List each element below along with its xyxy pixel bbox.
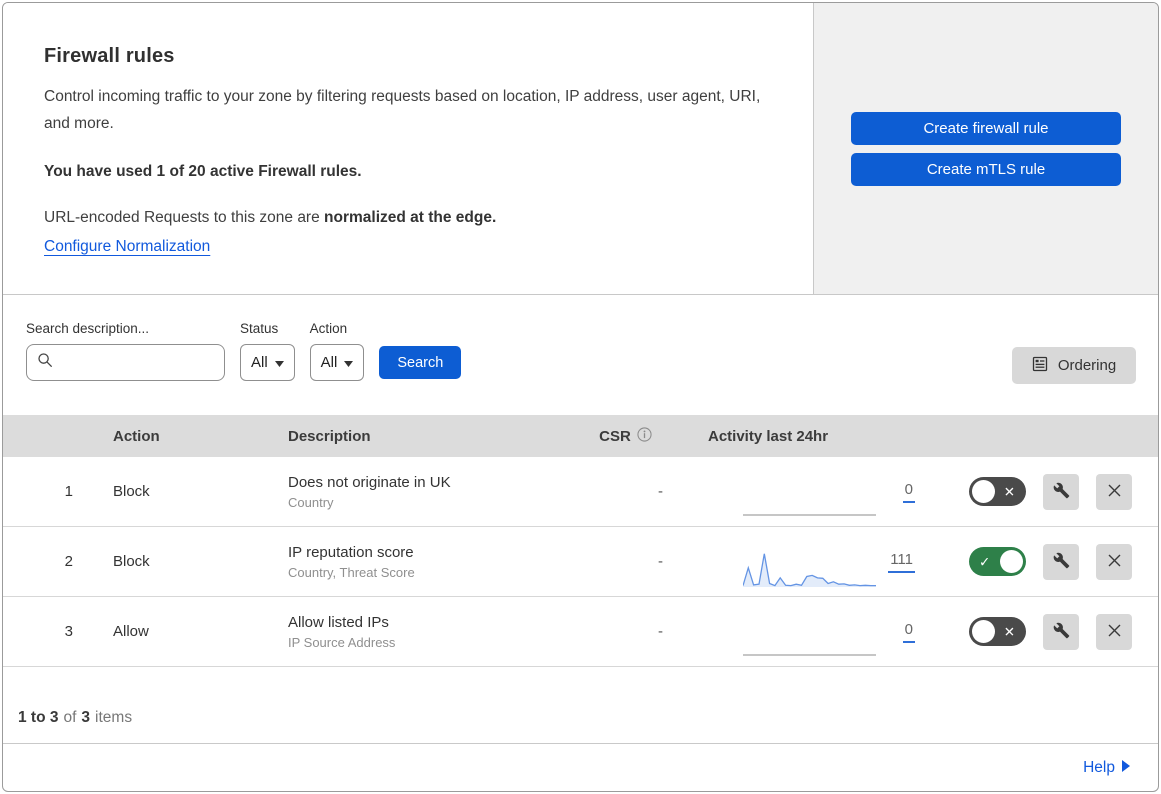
col-activity: Activity last 24hr xyxy=(708,427,829,445)
row-action: Allow xyxy=(113,623,149,640)
search-input-box[interactable] xyxy=(26,344,225,381)
page-title: Firewall rules xyxy=(44,45,175,67)
row-action: Block xyxy=(113,553,150,570)
usage-summary: You have used 1 of 20 active Firewall ru… xyxy=(44,163,362,181)
rule-fields: IP Source Address xyxy=(288,634,396,650)
rule-description: IP reputation score xyxy=(288,543,414,561)
activity-count-link[interactable]: 111 xyxy=(888,551,915,573)
page-description: Control incoming traffic to your zone by… xyxy=(44,88,761,132)
items-summary: 1 to 3 of 3 items xyxy=(18,709,133,726)
wrench-icon xyxy=(1053,552,1070,572)
filter-bar: Search description... Status All Action xyxy=(3,295,1158,415)
close-icon xyxy=(1107,623,1122,641)
top-right-panel: Create firewall rule Create mTLS rule xyxy=(814,3,1158,294)
col-csr: CSR xyxy=(578,426,673,446)
action-label: Action xyxy=(309,321,348,336)
col-description: Description xyxy=(288,427,371,445)
table-header: Action Description CSR Activity last 24h… xyxy=(3,415,1158,457)
search-field: Search description... xyxy=(26,321,225,381)
close-icon xyxy=(1107,483,1122,501)
delete-rule-button[interactable] xyxy=(1096,613,1132,650)
table-row: 3 Allow Allow listed IPs IP Source Addre… xyxy=(3,597,1158,667)
help-bar: Help xyxy=(3,743,1158,791)
table-row: 2 Block IP reputation score Country, Thr… xyxy=(3,527,1158,597)
delete-rule-button[interactable] xyxy=(1096,543,1132,580)
rule-enable-toggle[interactable]: ✓ ✕ xyxy=(969,547,1026,576)
status-label: Status xyxy=(240,321,279,336)
help-link[interactable]: Help xyxy=(1083,759,1130,777)
rule-description: Allow listed IPs xyxy=(288,613,389,631)
status-filter: Status All xyxy=(240,321,295,381)
row-priority: 1 xyxy=(64,483,73,500)
row-description: IP reputation score Country, Threat Scor… xyxy=(268,544,578,580)
row-controls: ✓ ✕ xyxy=(923,473,1158,510)
row-activity: 0 xyxy=(673,605,923,659)
row-csr: - xyxy=(658,553,663,570)
close-icon xyxy=(1107,553,1122,571)
check-icon: ✓ xyxy=(979,553,991,569)
normalization-note: URL-encoded Requests to this zone are no… xyxy=(44,209,497,227)
wrench-icon xyxy=(1053,622,1070,642)
rule-enable-toggle[interactable]: ✓ ✕ xyxy=(969,477,1026,506)
ordering-list-icon xyxy=(1032,356,1048,376)
toggle-knob xyxy=(972,480,995,503)
row-controls: ✓ ✕ xyxy=(923,613,1158,650)
activity-sparkline xyxy=(742,549,876,589)
search-input[interactable] xyxy=(61,354,214,371)
toggle-knob xyxy=(1000,550,1023,573)
create-mtls-rule-button[interactable]: Create mTLS rule xyxy=(851,152,1121,186)
row-priority: 2 xyxy=(64,553,73,570)
row-csr: - xyxy=(658,623,663,640)
action-dropdown[interactable]: All xyxy=(309,344,365,381)
rule-enable-toggle[interactable]: ✓ ✕ xyxy=(969,617,1026,646)
row-description: Does not originate in UK Country xyxy=(268,474,578,510)
configure-normalization-link[interactable]: Configure Normalization xyxy=(44,238,210,256)
firewall-rules-page: Firewall rules Control incoming traffic … xyxy=(2,2,1159,792)
activity-flatline xyxy=(743,619,876,659)
activity-flatline xyxy=(743,479,876,519)
x-icon: ✕ xyxy=(1003,623,1015,639)
search-button[interactable]: Search xyxy=(379,346,462,379)
edit-rule-button[interactable] xyxy=(1043,473,1079,510)
firewall-rules-table: Action Description CSR Activity last 24h… xyxy=(3,415,1158,667)
ordering-button[interactable]: Ordering xyxy=(1012,347,1136,384)
action-filter: Action All xyxy=(309,321,365,381)
row-activity: 111 xyxy=(673,535,923,589)
col-action: Action xyxy=(113,427,160,445)
delete-rule-button[interactable] xyxy=(1096,473,1132,510)
edit-rule-button[interactable] xyxy=(1043,613,1079,650)
help-arrow-icon xyxy=(1122,759,1130,777)
edit-rule-button[interactable] xyxy=(1043,543,1079,580)
wrench-icon xyxy=(1053,482,1070,502)
row-priority: 3 xyxy=(64,623,73,640)
row-csr: - xyxy=(658,483,663,500)
activity-count-link[interactable]: 0 xyxy=(902,621,915,643)
row-action: Block xyxy=(113,483,150,500)
rule-fields: Country xyxy=(288,494,334,510)
rule-description: Does not originate in UK xyxy=(288,473,451,491)
top-left-panel: Firewall rules Control incoming traffic … xyxy=(3,3,814,294)
search-description-label: Search description... xyxy=(26,321,150,336)
status-dropdown[interactable]: All xyxy=(240,344,295,381)
row-description: Allow listed IPs IP Source Address xyxy=(268,614,578,650)
top-section: Firewall rules Control incoming traffic … xyxy=(3,3,1158,295)
activity-count-link[interactable]: 0 xyxy=(902,481,915,503)
chevron-down-icon xyxy=(344,354,354,371)
create-firewall-rule-button[interactable]: Create firewall rule xyxy=(851,111,1121,145)
row-activity: 0 xyxy=(673,465,923,519)
row-controls: ✓ ✕ xyxy=(923,543,1158,580)
info-icon[interactable] xyxy=(637,426,652,446)
search-icon xyxy=(37,352,53,373)
rule-fields: Country, Threat Score xyxy=(288,564,415,580)
toggle-knob xyxy=(972,620,995,643)
filter-controls: Search description... Status All Action xyxy=(26,321,1136,381)
x-icon: ✕ xyxy=(1003,483,1015,499)
table-row: 1 Block Does not originate in UK Country… xyxy=(3,457,1158,527)
chevron-down-icon xyxy=(274,354,284,371)
